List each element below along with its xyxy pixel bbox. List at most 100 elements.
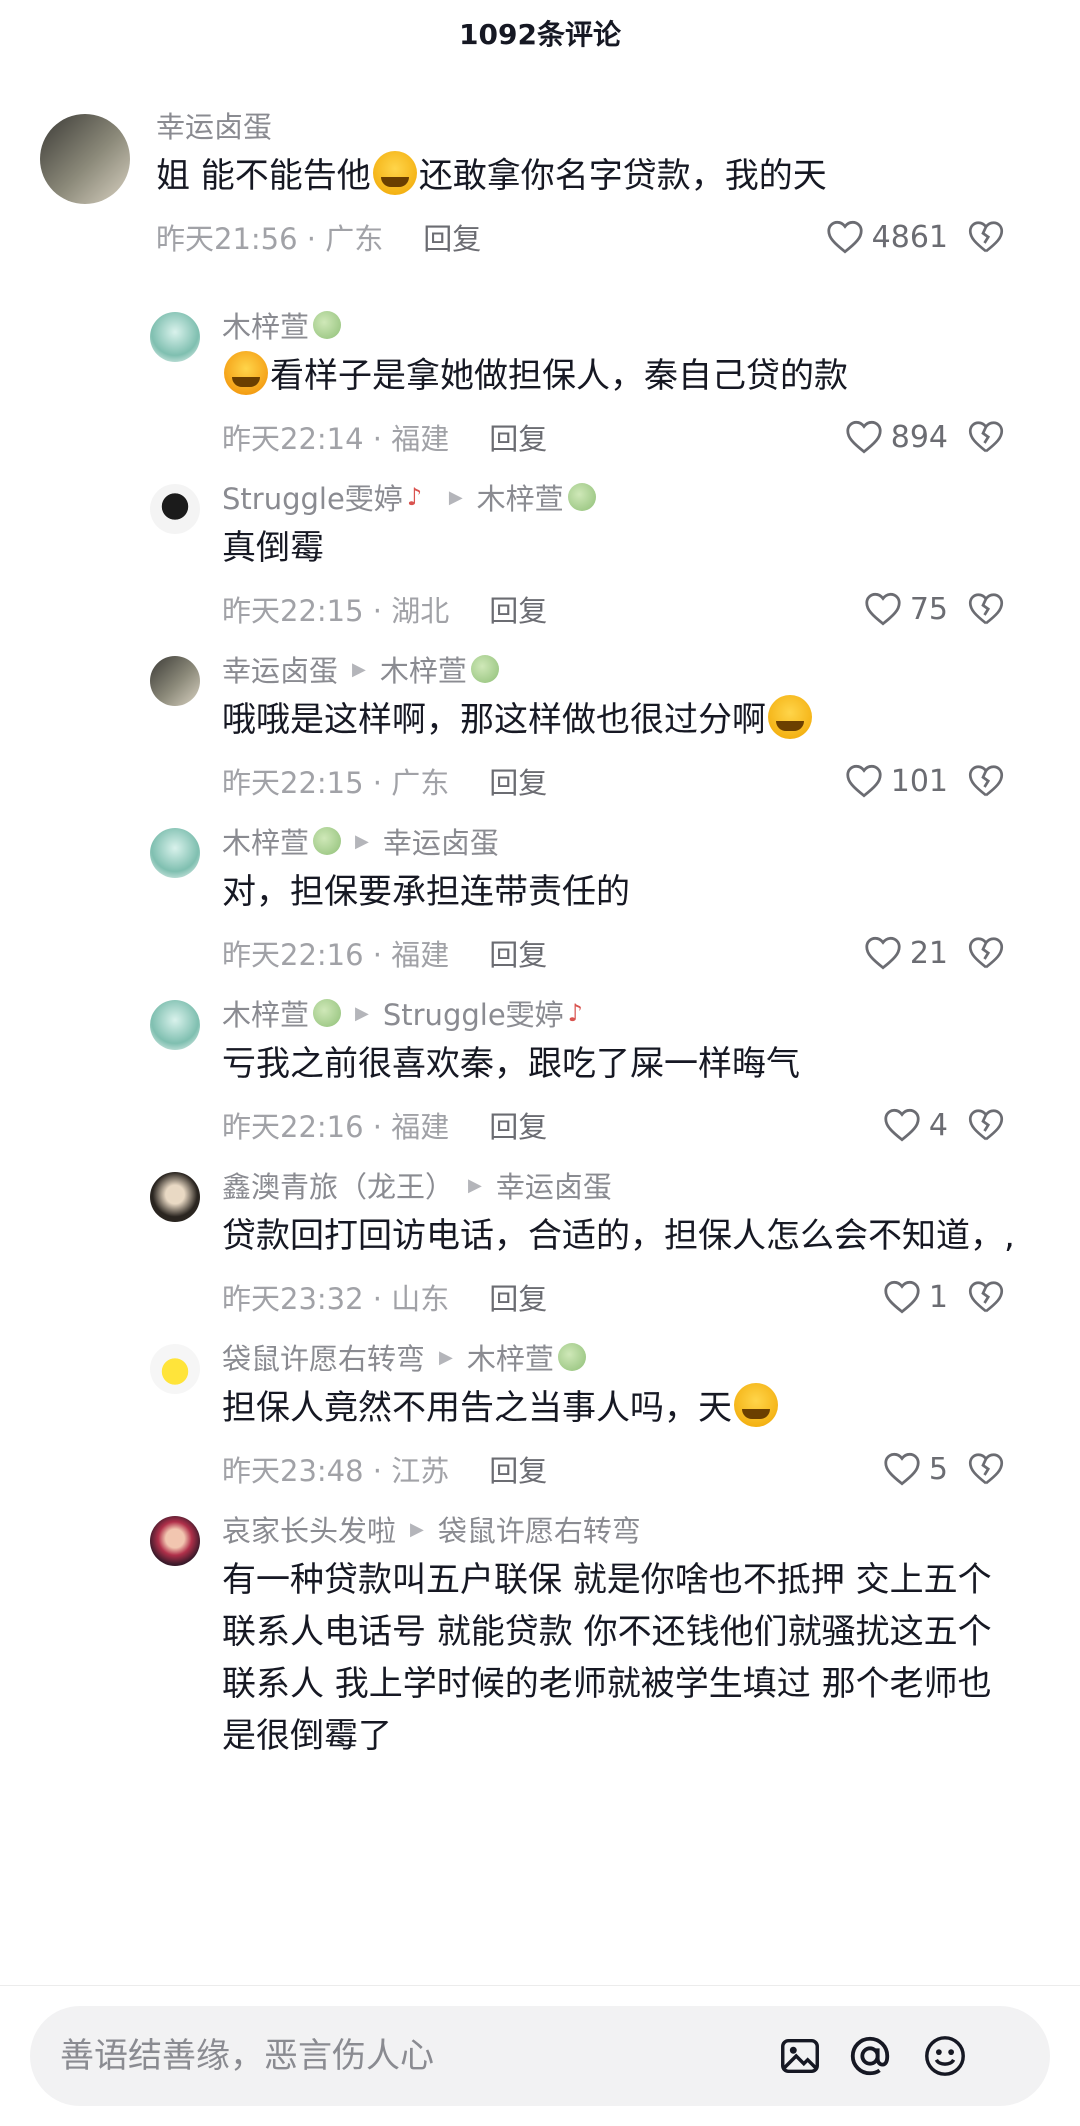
- like-count: 75: [909, 591, 948, 627]
- heart-icon: [827, 220, 863, 254]
- tree-icon: [313, 311, 342, 339]
- reply-button[interactable]: 回复: [489, 1276, 547, 1318]
- like-count: 1: [928, 1279, 948, 1315]
- dislike-button[interactable]: [968, 420, 1004, 454]
- dislike-button[interactable]: [968, 220, 1004, 254]
- laughing-face-emoji-icon: [224, 351, 268, 395]
- reply-item[interactable]: Struggle雯婷 ♪ ▶ 木梓萱 真倒霉 昨天22:15 · 湖北 回复 75: [0, 472, 1080, 644]
- comment-author-row: 幸运卤蛋: [156, 100, 1040, 150]
- reply-arrow-icon: ▶: [355, 1002, 369, 1024]
- broken-heart-icon: [968, 1453, 1004, 1485]
- comment-author[interactable]: 哀家长头发啦: [222, 1508, 396, 1550]
- comment-author[interactable]: 袋鼠许愿右转弯: [222, 1336, 425, 1378]
- like-button[interactable]: 4861: [826, 220, 948, 255]
- dislike-button[interactable]: [968, 592, 1004, 626]
- comment-author[interactable]: 幸运卤蛋: [222, 648, 338, 690]
- reply-button[interactable]: 回复: [489, 932, 547, 974]
- avatar[interactable]: [150, 1344, 200, 1394]
- reply-to-user[interactable]: 木梓萱: [477, 476, 564, 518]
- reply-button[interactable]: 回复: [489, 760, 547, 802]
- avatar[interactable]: [150, 484, 200, 534]
- heart-icon: [865, 592, 901, 626]
- reply-to-user[interactable]: 袋鼠许愿右转弯: [438, 1508, 641, 1550]
- like-button[interactable]: 894: [845, 420, 948, 455]
- comment-author[interactable]: 木梓萱: [222, 992, 309, 1034]
- comment-list[interactable]: 幸运卤蛋 姐 能不能告他 还敢拿你名字贷款，我的天 昨天21:56 · 广东 回复…: [0, 100, 1080, 1985]
- heart-icon: [884, 1108, 920, 1142]
- dislike-button[interactable]: [968, 936, 1004, 970]
- comment-text: 真倒霉: [222, 528, 324, 568]
- crying-face-emoji-icon: [734, 1383, 778, 1427]
- comment-author-row: 哀家长头发啦 ▶ 袋鼠许愿右转弯: [222, 1504, 1040, 1554]
- reply-item[interactable]: 哀家长头发啦 ▶ 袋鼠许愿右转弯 有一种贷款叫五户联保 就是你啥也不抵押 交上五…: [0, 1504, 1080, 1762]
- reply-to-user[interactable]: Struggle雯婷: [383, 992, 564, 1034]
- like-button[interactable]: 101: [845, 764, 948, 799]
- avatar[interactable]: [150, 1172, 200, 1222]
- comment-item[interactable]: 幸运卤蛋 姐 能不能告他 还敢拿你名字贷款，我的天 昨天21:56 · 广东 回复…: [0, 100, 1080, 300]
- reply-arrow-icon: ▶: [352, 658, 366, 680]
- broken-heart-icon: [968, 593, 1004, 625]
- reply-item[interactable]: 木梓萱 看样子是拿她做担保人，秦自己贷的款 昨天22:14 · 福建 回复 89…: [0, 300, 1080, 472]
- comment-author[interactable]: Struggle雯婷: [222, 476, 403, 518]
- comment-text: 贷款回打回访电话，合适的，担保人怎么会不知道，,: [222, 1216, 1015, 1256]
- reply-to-user[interactable]: 幸运卤蛋: [496, 1164, 612, 1206]
- broken-heart-icon: [968, 221, 1004, 253]
- comment-time-location: 昨天23:32 · 山东: [222, 1282, 450, 1316]
- comment-text: 有一种贷款叫五户联保 就是你啥也不抵押 交上五个联系人电话号 就能贷款 你不还钱…: [222, 1560, 992, 1756]
- comment-time-location: 昨天22:15 · 湖北: [222, 594, 450, 628]
- reply-button[interactable]: 回复: [489, 416, 547, 458]
- reply-item[interactable]: 木梓萱 ▶ 幸运卤蛋 对，担保要承担连带责任的 昨天22:16 · 福建 回复 …: [0, 816, 1080, 988]
- like-count: 5: [928, 1451, 948, 1487]
- comment-input-bar: [0, 1985, 1080, 2126]
- avatar[interactable]: [150, 312, 200, 362]
- reply-to-user[interactable]: 木梓萱: [467, 1336, 554, 1378]
- comment-author-row: 木梓萱 ▶ 幸运卤蛋: [222, 816, 1040, 866]
- dislike-button[interactable]: [968, 764, 1004, 798]
- comment-input-container[interactable]: [30, 2006, 1050, 2106]
- reply-item[interactable]: 幸运卤蛋 ▶ 木梓萱 哦哦是这样啊，那这样做也很过分啊 昨天22:15 · 广东…: [0, 644, 1080, 816]
- comment-author[interactable]: 木梓萱: [222, 820, 309, 862]
- like-count: 21: [909, 935, 948, 971]
- comment-author-row: 木梓萱: [222, 300, 1040, 350]
- avatar[interactable]: [150, 1000, 200, 1050]
- avatar[interactable]: [150, 656, 200, 706]
- avatar[interactable]: [150, 828, 200, 878]
- reply-button[interactable]: 回复: [489, 1448, 547, 1490]
- reply-arrow-icon: ▶: [410, 1518, 424, 1540]
- like-button[interactable]: 5: [883, 1452, 948, 1487]
- reply-item[interactable]: 袋鼠许愿右转弯 ▶ 木梓萱 担保人竟然不用告之当事人吗，天 昨天23:48 · …: [0, 1332, 1080, 1504]
- dislike-button[interactable]: [968, 1280, 1004, 1314]
- comment-meta: 昨天22:16 · 福建 回复 21: [222, 918, 1040, 988]
- comment-text: 担保人竟然不用告之当事人吗，天: [222, 1382, 1040, 1434]
- reply-to-user[interactable]: 木梓萱: [380, 648, 467, 690]
- emoji-icon[interactable]: [920, 2031, 970, 2081]
- crying-face-emoji-icon: [768, 695, 812, 739]
- dislike-button[interactable]: [968, 1452, 1004, 1486]
- comment-meta: 昨天22:15 · 湖北 回复 75: [222, 574, 1040, 644]
- like-button[interactable]: 75: [864, 592, 948, 627]
- at-icon[interactable]: [845, 2031, 895, 2081]
- reply-button[interactable]: 回复: [423, 216, 481, 258]
- like-count: 894: [890, 419, 948, 455]
- comment-author[interactable]: 幸运卤蛋: [156, 104, 272, 146]
- comment-author[interactable]: 木梓萱: [222, 304, 309, 346]
- like-button[interactable]: 21: [864, 936, 948, 971]
- avatar[interactable]: [150, 1516, 200, 1566]
- heart-icon: [846, 764, 882, 798]
- reply-item[interactable]: 鑫澳青旅（龙王） ▶ 幸运卤蛋 贷款回打回访电话，合适的，担保人怎么会不知道，,…: [0, 1160, 1080, 1332]
- comment-text: 亏我之前很喜欢秦，跟吃了屎一样晦气: [222, 1044, 800, 1084]
- like-button[interactable]: 4: [883, 1108, 948, 1143]
- comment-input[interactable]: [60, 2036, 760, 2076]
- image-icon[interactable]: [775, 2031, 825, 2081]
- reply-item[interactable]: 木梓萱 ▶ Struggle雯婷 ♪ 亏我之前很喜欢秦，跟吃了屎一样晦气 昨天22…: [0, 988, 1080, 1160]
- comment-author-row: 鑫澳青旅（龙王） ▶ 幸运卤蛋: [222, 1160, 1040, 1210]
- reply-button[interactable]: 回复: [489, 588, 547, 630]
- comment-author[interactable]: 鑫澳青旅（龙王）: [222, 1164, 454, 1206]
- avatar[interactable]: [40, 114, 130, 204]
- dislike-button[interactable]: [968, 1108, 1004, 1142]
- reply-to-user[interactable]: 幸运卤蛋: [383, 820, 499, 862]
- heart-icon: [846, 420, 882, 454]
- reply-button[interactable]: 回复: [489, 1104, 547, 1146]
- like-button[interactable]: 1: [883, 1280, 948, 1315]
- broken-heart-icon: [968, 1281, 1004, 1313]
